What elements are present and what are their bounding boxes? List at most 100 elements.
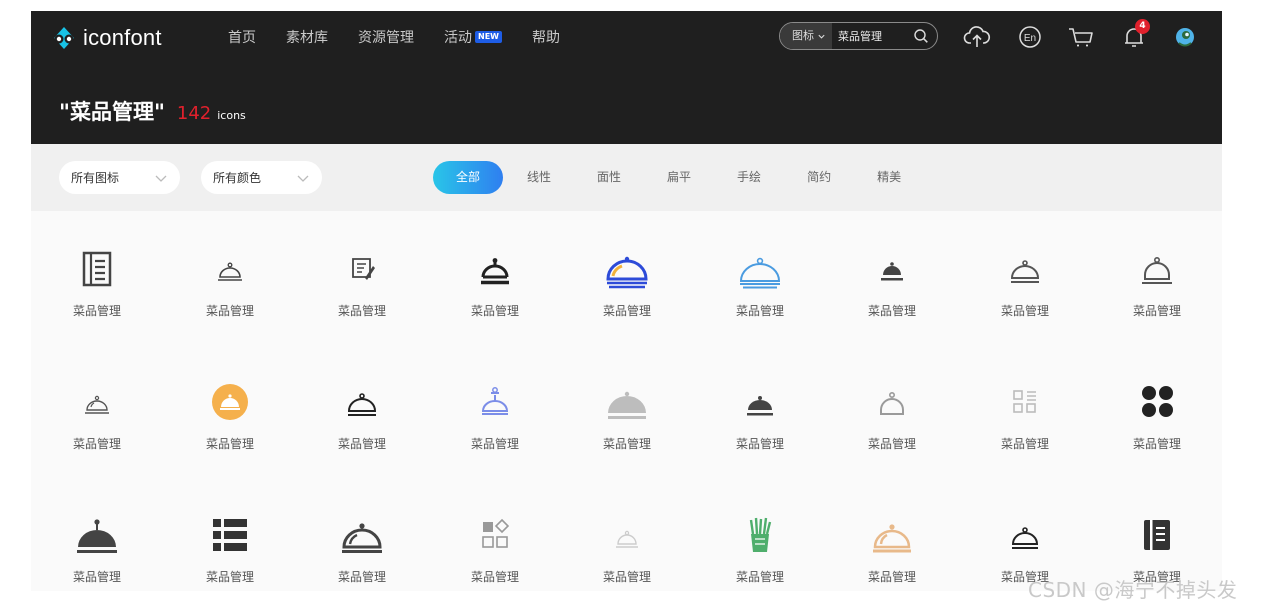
iconfont-app: iconfont 首页 素材库 资源管理 活动NEW 帮助 图标 En — [31, 11, 1222, 591]
cloche-outline-icon — [340, 381, 384, 423]
chevron-down-icon — [818, 34, 825, 39]
cloche-outline-gray-icon — [870, 381, 914, 423]
nav-label: 素材库 — [286, 30, 328, 46]
cloche-outline-icon — [1003, 248, 1047, 290]
cloche-outline-tall-icon — [1135, 248, 1179, 290]
icon-label: 菜品管理 — [1000, 437, 1049, 451]
icon-label: 菜品管理 — [602, 304, 651, 318]
icon-label: 菜品管理 — [867, 437, 916, 451]
cart-icon — [1069, 28, 1093, 47]
tab-handdrawn[interactable]: 手绘 — [737, 161, 761, 194]
nav-label: 活动 — [444, 30, 472, 46]
nav-label: 资源管理 — [358, 30, 414, 46]
page-title: "菜品管理" 142 icons — [59, 96, 246, 126]
logo-icon — [51, 26, 77, 50]
search-type-select[interactable]: 图标 — [780, 23, 832, 49]
icon-label: 菜品管理 — [735, 304, 784, 318]
cloche-orange-circle-icon — [208, 381, 252, 423]
search-term-title: "菜品管理" — [59, 100, 165, 124]
notification-button[interactable]: 4 — [1120, 19, 1150, 50]
tab-exquisite[interactable]: 精美 — [877, 161, 901, 194]
avatar[interactable] — [1171, 24, 1199, 50]
upload-cloud-icon — [963, 26, 991, 47]
cloche-filled-large-icon — [75, 514, 119, 556]
icon-label: 菜品管理 — [867, 304, 916, 318]
icon-label: 菜品管理 — [337, 304, 386, 318]
nav-home[interactable]: 首页 — [228, 27, 256, 47]
menu-list-icon — [75, 248, 119, 290]
language-en-icon: En — [1019, 26, 1041, 48]
cloche-thin-icon — [75, 381, 119, 423]
language-button[interactable]: En — [1016, 24, 1044, 50]
cloche-faint-icon — [605, 514, 649, 556]
cloche-large-outline-icon — [340, 514, 384, 556]
search-icon — [914, 29, 928, 43]
cloche-outline-small-icon — [208, 248, 252, 290]
style-tabs: 全部 线性 面性 扁平 手绘 简约 精美 — [433, 161, 947, 194]
dropdown-label: 所有颜色 — [213, 171, 262, 185]
icon-label: 菜品管理 — [867, 570, 916, 584]
search-input[interactable] — [838, 29, 898, 43]
chevron-down-icon — [155, 175, 167, 182]
search-type-label: 图标 — [792, 29, 814, 42]
menu-book-icon — [1135, 514, 1179, 556]
icon-label: 菜品管理 — [735, 437, 784, 451]
nav-help[interactable]: 帮助 — [532, 27, 560, 47]
dropdown-label: 所有图标 — [71, 171, 120, 185]
icon-label: 菜品管理 — [602, 570, 651, 584]
edit-document-icon — [340, 248, 384, 290]
cloche-filled-icon — [738, 381, 782, 423]
tab-simple[interactable]: 简约 — [807, 161, 831, 194]
icon-label: 菜品管理 — [1132, 304, 1181, 318]
icon-label: 菜品管理 — [337, 570, 386, 584]
cloche-blue-icon — [605, 248, 649, 290]
tab-all[interactable]: 全部 — [433, 161, 503, 194]
tab-linear[interactable]: 线性 — [527, 161, 551, 194]
tab-surface[interactable]: 面性 — [597, 161, 621, 194]
icon-label: 菜品管理 — [205, 570, 254, 584]
icon-label: 菜品管理 — [735, 570, 784, 584]
icon-color-dropdown[interactable]: 所有颜色 — [201, 161, 322, 194]
cloche-violet-icon — [473, 381, 517, 423]
upload-button[interactable] — [963, 24, 991, 50]
icon-label: 菜品管理 — [205, 304, 254, 318]
nav-library[interactable]: 素材库 — [286, 27, 328, 47]
result-count: 142 — [176, 103, 212, 124]
logo[interactable]: iconfont — [51, 25, 162, 51]
vegetables-cup-icon — [738, 514, 782, 556]
result-unit: icons — [217, 109, 246, 122]
icon-label: 菜品管理 — [72, 304, 121, 318]
avatar-icon — [1176, 28, 1194, 47]
cloche-light-blue-icon — [738, 248, 782, 290]
cloche-bold-icon — [473, 248, 517, 290]
icon-label: 菜品管理 — [1132, 437, 1181, 451]
cart-button[interactable] — [1067, 24, 1095, 50]
icon-label: 菜品管理 — [1000, 304, 1049, 318]
icon-label: 菜品管理 — [602, 437, 651, 451]
icon-label: 菜品管理 — [470, 304, 519, 318]
cloche-gray-filled-icon — [605, 381, 649, 423]
new-badge: NEW — [475, 31, 502, 43]
nav-resources[interactable]: 资源管理 — [358, 27, 414, 47]
icon-label: 菜品管理 — [72, 437, 121, 451]
grid-list-icon — [1003, 381, 1047, 423]
cloche-peach-icon — [870, 514, 914, 556]
logo-text: iconfont — [83, 25, 162, 50]
nav-activity[interactable]: 活动 NEW — [444, 27, 502, 47]
icon-label: 菜品管理 — [470, 437, 519, 451]
grid-diamond-icon — [473, 514, 517, 556]
list-bold-icon — [208, 514, 252, 556]
nav-label: 首页 — [228, 30, 256, 46]
search-button[interactable] — [913, 28, 929, 44]
icon-label: 菜品管理 — [205, 437, 254, 451]
icon-type-dropdown[interactable]: 所有图标 — [59, 161, 180, 194]
filter-bar: 所有图标 所有颜色 全部 线性 面性 扁平 手绘 简约 精美 — [31, 144, 1222, 211]
four-blobs-icon — [1135, 381, 1179, 423]
icon-label: 菜品管理 — [337, 437, 386, 451]
icon-grid: 菜品管理 菜品管理 菜品管理 菜品管理 菜品管理 菜品管理 菜品管理 菜品管理 菜品管理 菜品管理… — [31, 211, 1222, 591]
notification-count: 4 — [1135, 19, 1150, 34]
tab-flat[interactable]: 扁平 — [667, 161, 691, 194]
cloche-filled-small-icon — [870, 248, 914, 290]
nav-label: 帮助 — [531, 30, 560, 46]
main-nav: 首页 素材库 资源管理 活动 NEW 帮助 — [228, 27, 590, 47]
